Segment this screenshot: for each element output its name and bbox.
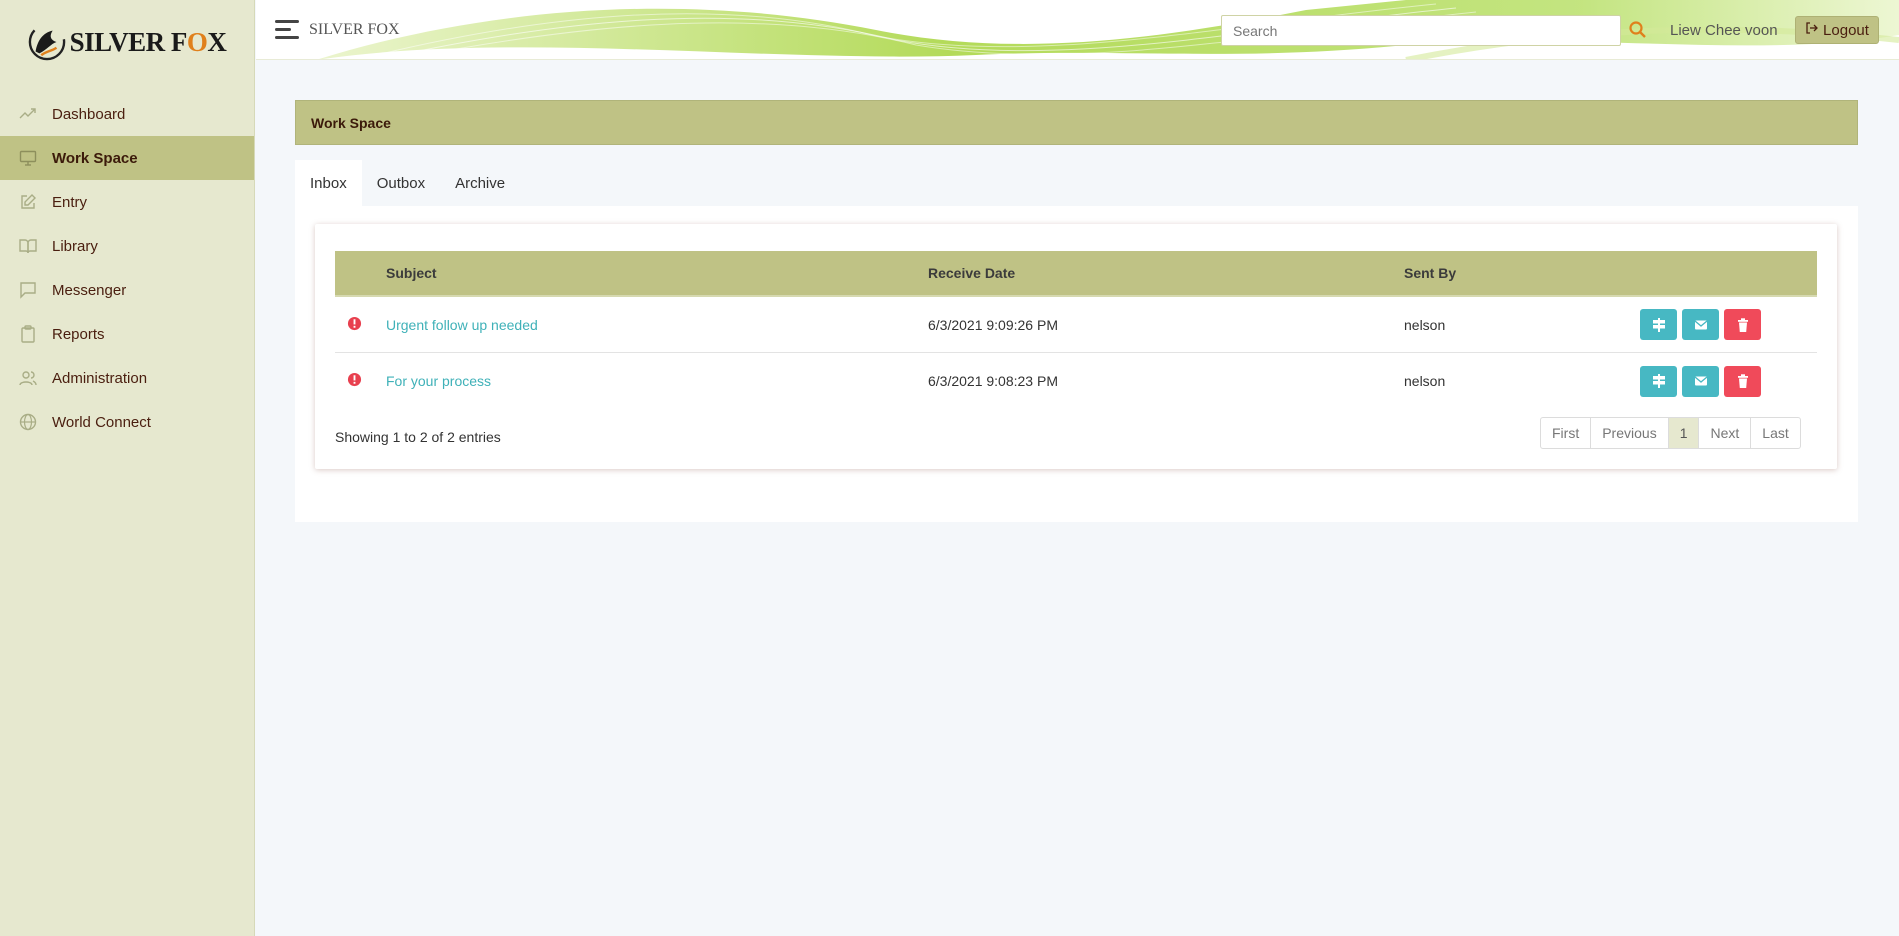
header-wave-decoration	[319, 0, 1899, 59]
monitor-icon	[19, 149, 37, 167]
logout-label: Logout	[1823, 21, 1869, 39]
priority-alert-icon	[347, 372, 362, 390]
sidebar-item-label: Messenger	[52, 281, 127, 299]
delete-button[interactable]	[1724, 309, 1761, 340]
pagination-last[interactable]: Last	[1751, 418, 1799, 448]
book-icon	[19, 237, 37, 255]
sidebar-item-administration[interactable]: Administration	[0, 356, 254, 400]
table-row: For your process 6/3/2021 9:08:23 PM nel…	[335, 353, 1817, 409]
envelope-icon	[1694, 376, 1707, 386]
sent-by: nelson	[1404, 316, 1446, 333]
route-button[interactable]	[1640, 309, 1677, 340]
menu-toggle-icon[interactable]	[275, 20, 299, 40]
logo-text: SILVER FOX	[69, 26, 227, 57]
fox-logo-icon	[28, 23, 65, 61]
signpost-icon	[1652, 317, 1665, 332]
table-info: Showing 1 to 2 of 2 entries	[335, 429, 501, 445]
reply-mail-button[interactable]	[1682, 365, 1719, 397]
sidebar-item-reports[interactable]: Reports	[0, 312, 254, 356]
tab-bar: Inbox Outbox Archive	[295, 160, 520, 206]
row-actions	[1640, 365, 1761, 397]
column-header-sent-by[interactable]: Sent By	[1404, 265, 1456, 281]
page-title: Work Space	[295, 100, 1858, 145]
pagination-first[interactable]: First	[1541, 418, 1592, 448]
route-button[interactable]	[1640, 365, 1677, 397]
logout-button[interactable]: Logout	[1795, 16, 1879, 44]
sidebar-item-dashboard[interactable]: Dashboard	[0, 92, 254, 136]
tab-archive[interactable]: Archive	[440, 160, 520, 206]
row-actions	[1640, 309, 1761, 340]
reply-mail-button[interactable]	[1682, 309, 1719, 340]
message-icon	[19, 281, 37, 299]
receive-date: 6/3/2021 9:09:26 PM	[928, 316, 1058, 333]
receive-date: 6/3/2021 9:08:23 PM	[928, 373, 1058, 389]
sidebar-item-messenger[interactable]: Messenger	[0, 268, 254, 312]
tab-outbox[interactable]: Outbox	[362, 160, 440, 206]
pagination-page-1[interactable]: 1	[1668, 418, 1700, 448]
sidebar-item-library[interactable]: Library	[0, 224, 254, 268]
envelope-icon	[1694, 320, 1707, 329]
sidebar-item-world-connect[interactable]: World Connect	[0, 400, 254, 444]
trash-icon	[1737, 317, 1748, 332]
sidebar-item-label: Entry	[52, 193, 88, 211]
inbox-card: Subject Receive Date Sent By Urgent foll…	[315, 224, 1837, 469]
users-icon	[19, 369, 37, 387]
sidebar-item-label: Work Space	[52, 149, 138, 167]
edit-icon	[19, 193, 37, 211]
tab-inbox[interactable]: Inbox	[295, 160, 362, 206]
sidebar-item-label: Administration	[52, 369, 148, 387]
trash-icon	[1737, 374, 1748, 388]
top-header: SILVER FOX Liew Chee voon Logout	[256, 0, 1899, 60]
signpost-icon	[1652, 374, 1665, 388]
column-header-subject[interactable]: Subject	[386, 265, 437, 281]
sidebar-item-label: Reports	[52, 325, 105, 343]
sidebar-nav: Dashboard Work Space Entry Library Messe…	[0, 92, 254, 444]
sidebar-item-label: Dashboard	[52, 105, 126, 123]
search-input[interactable]	[1221, 15, 1621, 46]
message-subject-link[interactable]: Urgent follow up needed	[386, 317, 538, 333]
sidebar-item-entry[interactable]: Entry	[0, 180, 254, 224]
pagination-previous[interactable]: Previous	[1591, 418, 1669, 448]
inbox-pane: Subject Receive Date Sent By Urgent foll…	[295, 206, 1858, 522]
column-header-receive-date[interactable]: Receive Date	[928, 265, 1015, 281]
logout-icon	[1805, 21, 1819, 39]
sidebar: SILVER FOX Dashboard Work Space Entry Li…	[0, 0, 255, 936]
sidebar-item-label: World Connect	[52, 413, 151, 431]
brand-name: SILVER FOX	[309, 21, 400, 38]
user-name[interactable]: Liew Chee voon	[1670, 22, 1778, 39]
sidebar-item-label: Library	[52, 237, 98, 255]
delete-button[interactable]	[1724, 365, 1761, 397]
priority-alert-icon	[347, 316, 362, 334]
clipboard-icon	[19, 325, 37, 343]
sent-by: nelson	[1404, 373, 1446, 389]
table-header: Subject Receive Date Sent By	[335, 251, 1817, 297]
globe-icon	[19, 413, 37, 431]
search-icon[interactable]	[1627, 19, 1649, 41]
table-row: Urgent follow up needed 6/3/2021 9:09:26…	[335, 297, 1817, 353]
pagination-next[interactable]: Next	[1699, 418, 1752, 448]
sidebar-item-work-space[interactable]: Work Space	[0, 136, 254, 180]
trending-up-icon	[19, 105, 37, 123]
pagination: First Previous 1 Next Last	[1540, 417, 1801, 449]
message-subject-link[interactable]: For your process	[386, 373, 491, 389]
logo[interactable]: SILVER FOX	[0, 0, 254, 84]
inbox-table: Subject Receive Date Sent By Urgent foll…	[335, 251, 1817, 409]
